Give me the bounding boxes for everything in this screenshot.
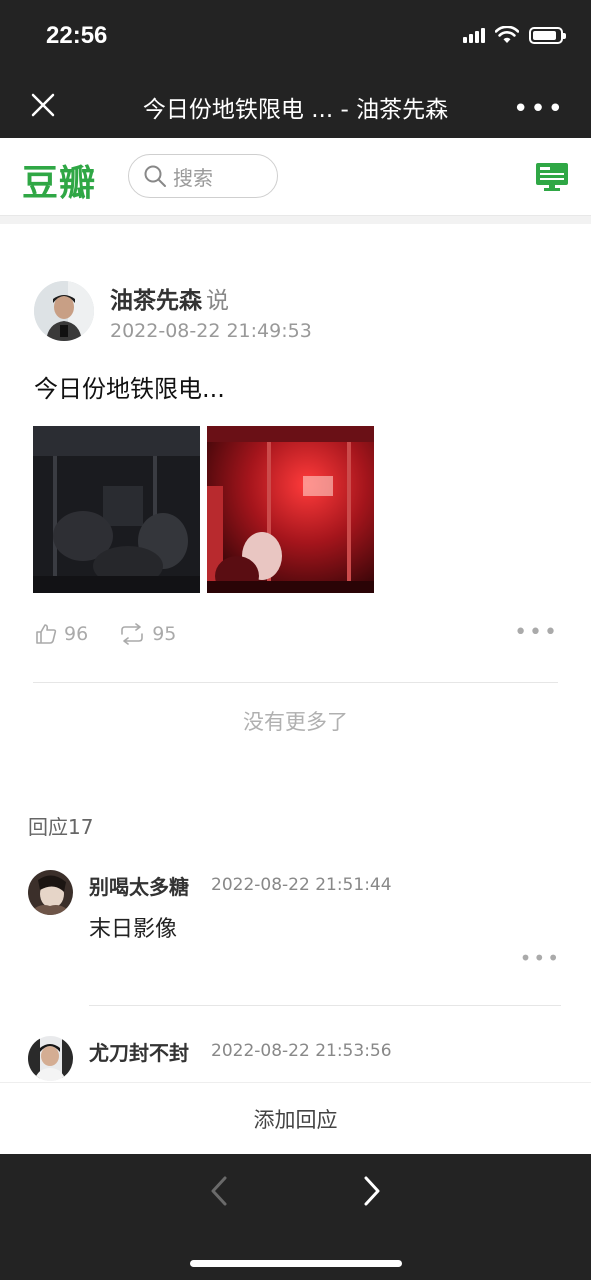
search-icon xyxy=(144,165,166,187)
replies-count-title: 回应17 xyxy=(28,815,94,839)
reply-time: 2022-08-22 21:53:56 xyxy=(211,1041,392,1061)
like-count: 96 xyxy=(64,623,89,645)
header-divider xyxy=(0,216,591,224)
post-photo-dark-subway[interactable] xyxy=(33,426,200,593)
signal-icon xyxy=(463,27,485,43)
site-header: 豆瓣 搜索 xyxy=(0,138,591,216)
reply-more-button[interactable]: ••• xyxy=(520,946,561,970)
forward-arrow-icon[interactable] xyxy=(356,1174,386,1208)
post-photo-red-subway[interactable] xyxy=(207,426,374,593)
reply-avatar[interactable] xyxy=(28,870,73,915)
status-time: 22:56 xyxy=(46,22,108,49)
desktop-version-icon[interactable] xyxy=(535,162,569,192)
webview-titlebar: 今日份地铁限电 ... - 油茶先森 ••• xyxy=(0,76,591,138)
reply-divider xyxy=(89,1005,561,1006)
reply-time: 2022-08-22 21:51:44 xyxy=(211,875,392,895)
battery-icon xyxy=(529,26,566,44)
post-text: 今日份地铁限电... xyxy=(34,375,225,403)
close-icon[interactable] xyxy=(28,90,58,120)
douban-logo[interactable]: 豆瓣 xyxy=(22,154,96,206)
add-reply-button[interactable]: 添加回应 xyxy=(0,1082,591,1154)
reply-author[interactable]: 别喝太多糖 xyxy=(89,871,189,900)
no-more-label: 没有更多了 xyxy=(243,710,348,734)
author-line: 油茶先森说 xyxy=(110,281,229,315)
status-bar: 22:56 xyxy=(0,0,591,76)
post-more-button[interactable]: ••• xyxy=(514,620,559,645)
said-label: 说 xyxy=(206,288,229,314)
author-avatar[interactable] xyxy=(34,281,94,341)
reply-avatar[interactable] xyxy=(28,1036,73,1081)
post-time: 2022-08-22 21:49:53 xyxy=(110,320,312,342)
page-title: 今日份地铁限电 ... - 油茶先森 xyxy=(142,97,449,123)
wifi-icon xyxy=(495,26,519,43)
reply-text: 末日影像 xyxy=(89,917,178,942)
home-indicator[interactable] xyxy=(190,1260,402,1267)
reshare-count: 95 xyxy=(152,623,177,645)
status-icons xyxy=(463,26,566,44)
like-button[interactable]: 96 xyxy=(34,622,88,646)
back-arrow-icon[interactable] xyxy=(205,1174,235,1208)
thumbs-up-icon xyxy=(36,624,57,644)
more-menu-button[interactable]: ••• xyxy=(513,94,565,124)
post-divider xyxy=(33,682,558,683)
reshare-button[interactable]: 95 xyxy=(118,623,176,645)
search-placeholder: 搜索 xyxy=(173,165,213,190)
reshare-icon xyxy=(121,623,143,645)
reply-author[interactable]: 尤刀封不封 xyxy=(89,1037,189,1066)
post-actions: 96 95 xyxy=(34,622,206,646)
author-name[interactable]: 油茶先森 xyxy=(110,288,202,314)
search-box[interactable]: 搜索 xyxy=(128,154,278,198)
